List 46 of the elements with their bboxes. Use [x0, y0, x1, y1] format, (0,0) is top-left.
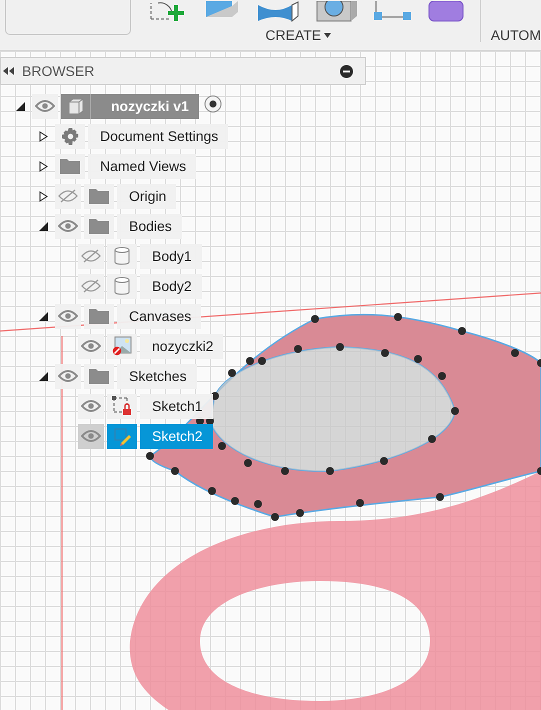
component-cube-icon: [68, 98, 84, 114]
eye-icon[interactable]: [55, 364, 81, 388]
settings-icon: [62, 128, 78, 144]
tree-item-label[interactable]: nozyczki2: [140, 334, 224, 358]
expanded-arrow-icon[interactable]: [39, 372, 48, 380]
eye-icon[interactable]: [78, 334, 104, 358]
eye-icon[interactable]: [32, 94, 58, 118]
sketch-icon: [112, 396, 132, 416]
cylinder-icon: [114, 277, 130, 295]
form-cube-icon[interactable]: [428, 1, 466, 22]
collapsed-arrow-icon[interactable]: [39, 130, 48, 142]
minimize-icon[interactable]: [340, 64, 353, 78]
folder-icon: [89, 308, 109, 324]
folder-icon: [89, 188, 109, 204]
tree-item-label[interactable]: Named Views: [88, 154, 196, 178]
folder-icon: [60, 158, 80, 174]
cylinder-icon: [114, 247, 130, 265]
collapsed-arrow-icon[interactable]: [39, 190, 48, 202]
eye-icon[interactable]: [55, 214, 81, 238]
caret-icon: [324, 32, 332, 38]
extrude-shape-icon[interactable]: [256, 1, 300, 22]
tree-item-label[interactable]: Sketch1: [140, 394, 213, 418]
collapsed-arrow-icon[interactable]: [39, 160, 48, 172]
expanded-arrow-icon[interactable]: [39, 312, 48, 320]
tree-item-label[interactable]: Document Settings: [88, 124, 228, 148]
create-menu[interactable]: CREATE: [263, 27, 334, 43]
tree-item-label[interactable]: Canvases: [117, 304, 202, 328]
eye-icon[interactable]: [55, 304, 81, 328]
panel-title: BROWSER: [22, 63, 96, 79]
image-icon: [112, 336, 132, 356]
tree-item-label[interactable]: Body1: [140, 244, 202, 268]
collapse-panel-icon[interactable]: [3, 67, 14, 75]
tree-item-label[interactable]: Sketches: [117, 364, 197, 388]
expanded-arrow-icon[interactable]: [16, 102, 25, 110]
eye-icon[interactable]: [78, 394, 104, 418]
tree-item-label[interactable]: Body2: [140, 274, 202, 298]
tree-item-label[interactable]: Bodies: [117, 214, 182, 238]
folder-icon: [89, 218, 109, 234]
tree-item-label[interactable]: Origin: [117, 184, 176, 208]
cylinder-cube-icon[interactable]: [316, 1, 358, 22]
activate-radio-icon[interactable]: [204, 94, 222, 112]
sketch-edit-icon: [112, 426, 132, 446]
connected-squares-icon[interactable]: [374, 1, 412, 22]
automate-menu[interactable]: AUTOM: [490, 27, 541, 43]
folder-icon: [89, 368, 109, 384]
expanded-arrow-icon[interactable]: [39, 222, 48, 230]
